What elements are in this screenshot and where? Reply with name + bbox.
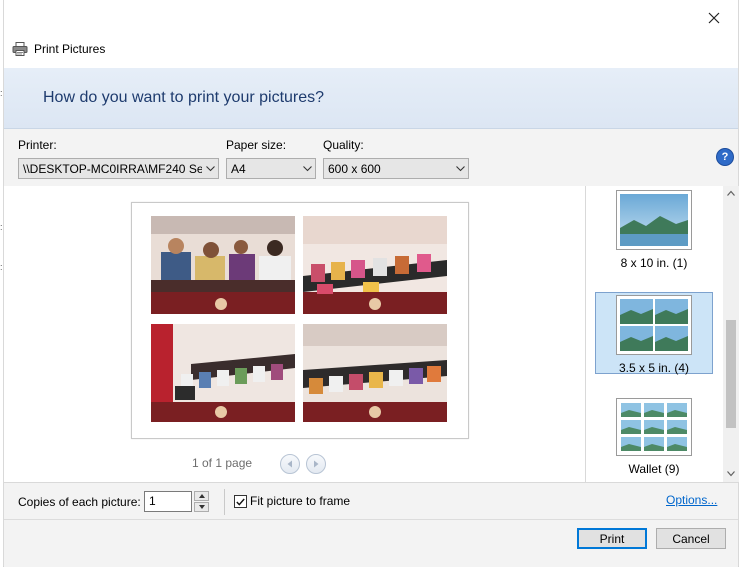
chevron-down-icon: [202, 159, 218, 178]
arrow-right-icon: [314, 460, 319, 468]
print-preview-area: 1 of 1 page: [4, 186, 585, 482]
fit-picture-checkbox[interactable]: [234, 495, 247, 508]
copies-increment-button[interactable]: [194, 491, 209, 501]
preview-photo-4: [303, 324, 447, 422]
chevron-down-icon: [198, 505, 205, 509]
dialog-footer: Copies of each picture: 1 Fit picture to…: [4, 482, 738, 567]
chevron-down-icon: [299, 159, 315, 178]
arrow-left-icon: [287, 460, 292, 468]
page-indicator: 1 of 1 page: [192, 456, 253, 470]
copies-decrement-button[interactable]: [194, 502, 209, 512]
printer-select[interactable]: \\DESKTOP-MC0IRRA\MF240 Seri: [18, 158, 219, 179]
layout-label: 3.5 x 5 in. (4): [618, 361, 690, 375]
printer-value: \\DESKTOP-MC0IRRA\MF240 Seri: [23, 161, 202, 176]
layout-list: 8 x 10 in. (1) 3.5 x 5 in. (4) Wallet (9…: [585, 186, 739, 482]
quality-label: Quality:: [323, 138, 364, 152]
checkmark-icon: [236, 498, 245, 506]
scroll-down-icon[interactable]: [727, 471, 735, 477]
paper-size-label: Paper size:: [226, 138, 287, 152]
layout-label: 8 x 10 in. (1): [620, 256, 688, 270]
window-title: Print Pictures: [34, 42, 106, 56]
copies-stepper: 1: [144, 491, 210, 512]
help-icon[interactable]: ?: [716, 148, 734, 166]
quality-select[interactable]: 600 x 600: [323, 158, 469, 179]
preview-photo-2: [303, 216, 447, 314]
print-button[interactable]: Print: [577, 528, 647, 549]
layout-label: Wallet (9): [628, 462, 680, 476]
previous-page-button[interactable]: [280, 454, 300, 474]
close-icon: [708, 12, 720, 24]
paper-size-value: A4: [231, 161, 246, 176]
printer-label: Printer:: [18, 138, 57, 152]
preview-photo-1: [151, 216, 295, 314]
preview-page: [131, 202, 469, 439]
close-button[interactable]: [700, 6, 728, 30]
next-page-button[interactable]: [306, 454, 326, 474]
chevron-up-icon: [198, 494, 205, 498]
chevron-down-icon: [452, 159, 468, 178]
layout-option-3-5x5[interactable]: 3.5 x 5 in. (4): [595, 292, 713, 375]
print-settings-bar: Printer: \\DESKTOP-MC0IRRA\MF240 Seri Pa…: [4, 129, 738, 187]
page-heading: How do you want to print your pictures?: [43, 89, 325, 106]
paper-size-select[interactable]: A4: [226, 158, 316, 179]
quality-value: 600 x 600: [328, 161, 381, 176]
copies-label: Copies of each picture:: [18, 495, 141, 509]
layout-option-8x10[interactable]: 8 x 10 in. (1): [595, 190, 713, 276]
layout-thumbnail: [616, 295, 692, 355]
copies-input[interactable]: 1: [144, 491, 192, 512]
title-bar: Print Pictures: [12, 40, 105, 58]
scroll-up-icon[interactable]: [727, 190, 735, 196]
footer-separator: [4, 519, 738, 520]
print-pictures-dialog: Print Pictures How do you want to print …: [3, 0, 739, 567]
cancel-button[interactable]: Cancel: [656, 528, 726, 549]
printer-icon: [12, 42, 28, 56]
layout-option-wallet[interactable]: Wallet (9): [595, 398, 713, 482]
layout-thumbnail: [616, 190, 692, 250]
preview-photo-3: [151, 324, 295, 422]
header-banner: How do you want to print your pictures?: [4, 68, 738, 129]
scrollbar-thumb[interactable]: [726, 320, 736, 428]
footer-divider: [224, 489, 225, 515]
layout-thumbnail: [616, 398, 692, 456]
fit-picture-label[interactable]: Fit picture to frame: [250, 494, 350, 508]
options-link[interactable]: Options...: [666, 493, 717, 507]
layout-scrollbar[interactable]: [723, 186, 739, 482]
